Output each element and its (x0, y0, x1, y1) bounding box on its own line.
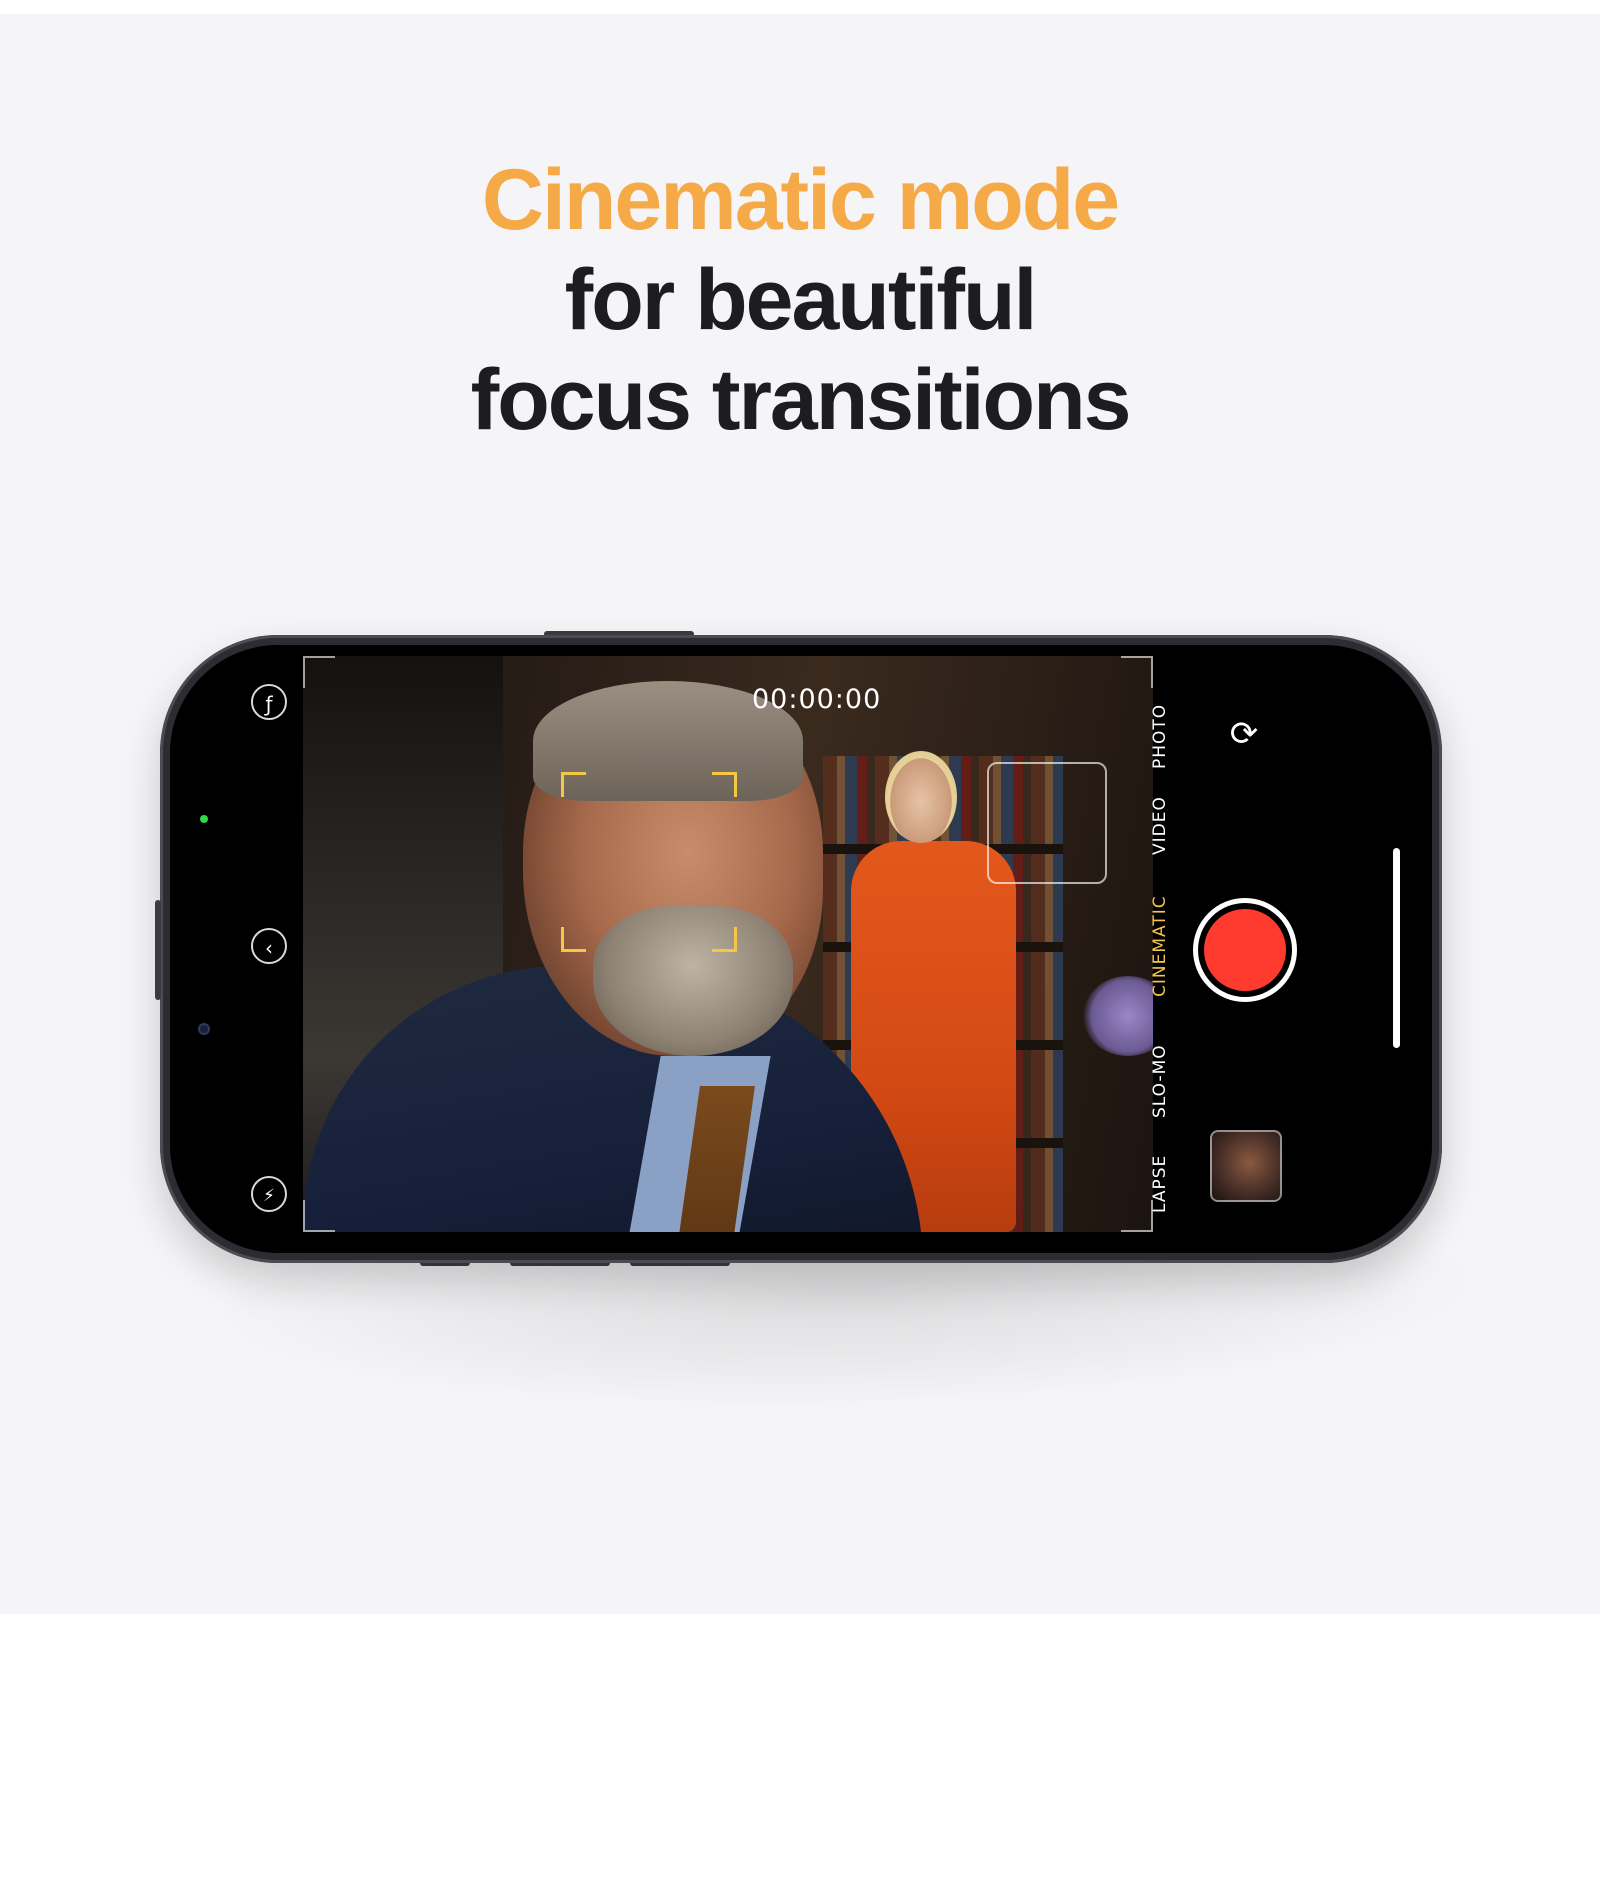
flip-camera-icon[interactable]: ⟳ (1222, 712, 1266, 756)
flash-icon[interactable]: ⚡ (251, 1176, 287, 1212)
mode-timelapse[interactable]: LAPSE (1140, 1136, 1180, 1232)
camera-indicator-dot (200, 815, 208, 823)
headline-accent: Cinematic mode (481, 152, 1120, 248)
mode-photo[interactable]: PHOTO (1140, 691, 1180, 781)
home-indicator[interactable] (1393, 848, 1400, 1048)
mode-cinematic[interactable]: CINEMATIC (1140, 871, 1180, 1021)
mode-slo-mo[interactable]: SLO-MO (1140, 1026, 1180, 1136)
frame-corner-tl (303, 656, 335, 688)
focus-corner (712, 927, 737, 952)
record-button[interactable] (1193, 898, 1297, 1002)
headline-line-3: focus transitions (470, 352, 1132, 448)
aperture-icon[interactable]: ƒ (251, 684, 287, 720)
woman-head (885, 751, 957, 843)
headline: Cinematic mode for beautiful focus trans… (0, 150, 1600, 450)
recording-timer: 00:00:00 (752, 684, 882, 715)
focus-reticle-primary[interactable] (561, 772, 737, 952)
focus-corner (561, 772, 586, 797)
focus-corner (561, 927, 586, 952)
focus-corner (712, 772, 737, 797)
focus-reticle-secondary[interactable] (987, 762, 1107, 884)
phone-side-button (155, 900, 161, 1000)
front-camera (198, 1023, 210, 1035)
camera-viewfinder[interactable] (303, 656, 1153, 1232)
chevron-left-icon[interactable]: ‹ (251, 928, 287, 964)
camera-mode-selector[interactable]: LAPSE SLO-MO CINEMATIC VIDEO PHOTO (1140, 656, 1180, 1232)
record-button-fill (1204, 909, 1286, 991)
frame-corner-bl (303, 1200, 335, 1232)
mode-video[interactable]: VIDEO (1140, 781, 1180, 871)
headline-line-2: for beautiful (564, 252, 1038, 348)
last-capture-thumbnail[interactable] (1210, 1130, 1282, 1202)
